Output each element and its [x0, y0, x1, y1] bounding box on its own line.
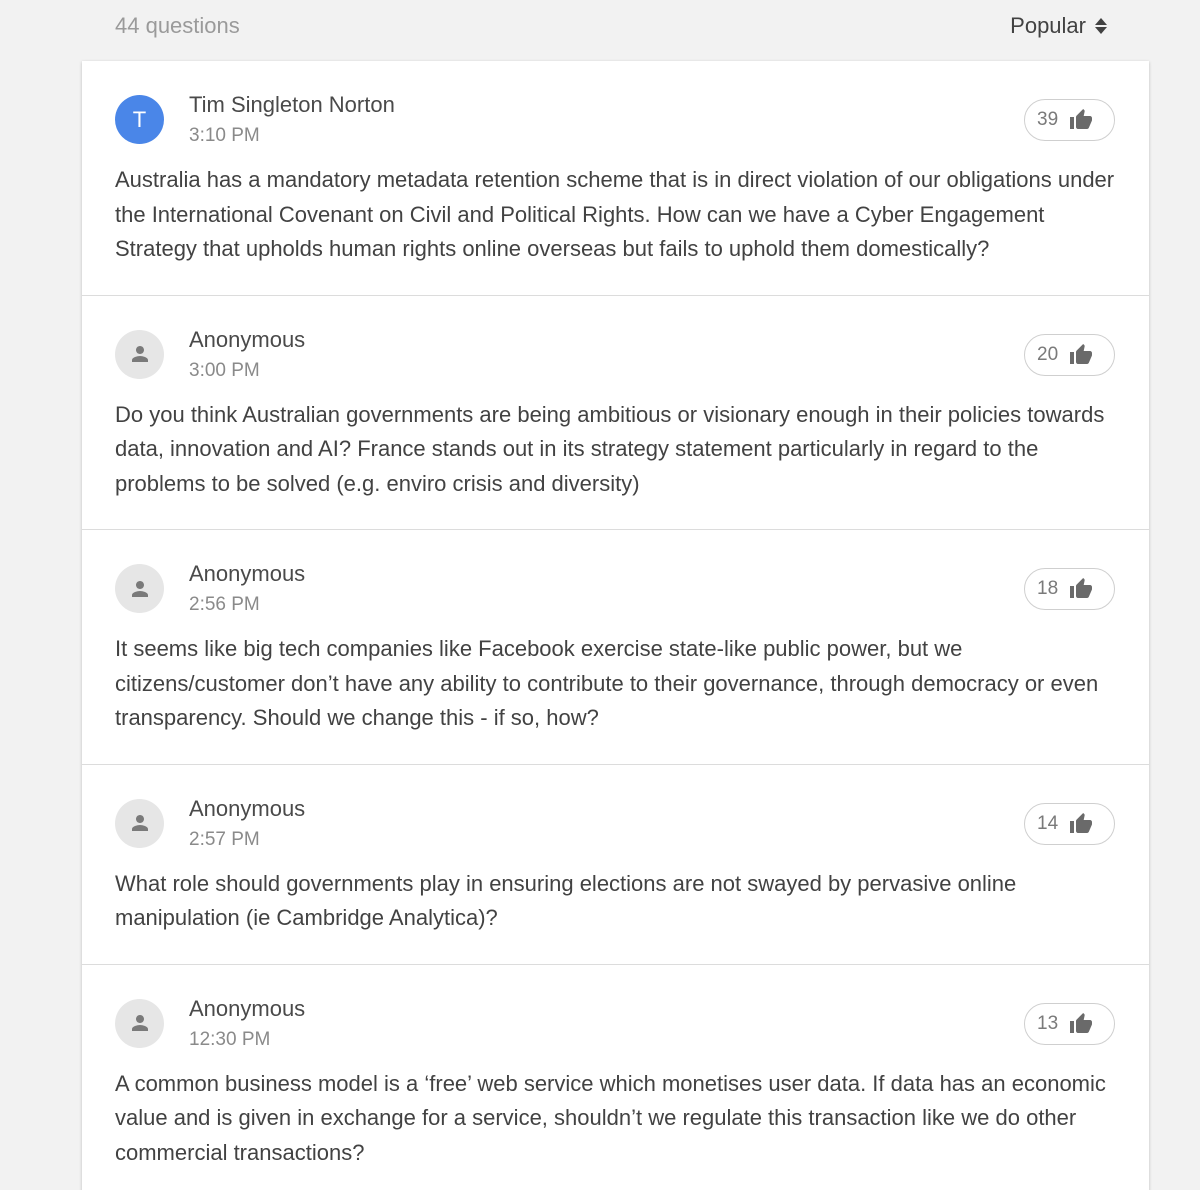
- thumbs-up-icon: [1070, 578, 1092, 598]
- vote-count: 14: [1037, 812, 1059, 834]
- question-text: It seems like big tech companies like Fa…: [115, 636, 1099, 730]
- question-time: 2:56 PM: [189, 594, 260, 615]
- avatar: T: [115, 95, 164, 144]
- person-icon: [131, 1015, 148, 1031]
- thumbs-up-icon: [1070, 109, 1092, 129]
- question-item: Anonymous 12:30 PM 13 A common business …: [82, 965, 1149, 1190]
- question-time: 3:00 PM: [189, 359, 260, 381]
- avatar: [115, 564, 164, 613]
- thumbs-up-icon: [1070, 343, 1092, 364]
- question-count: 44 questions: [115, 13, 240, 38]
- author-name: Anonymous: [189, 561, 306, 586]
- questions-toolbar: 44 questions Popular: [0, 0, 1200, 60]
- thumbs-up-icon: [1070, 1012, 1092, 1033]
- author-name: Anonymous: [189, 995, 306, 1021]
- question-item: T Tim Singleton Norton 3:10 PM 39 Austra…: [82, 61, 1149, 296]
- vote-count: 39: [1037, 109, 1059, 130]
- qa-page: 44 questions Popular T Tim Singleton Nor…: [0, 0, 1200, 1190]
- upvote-button[interactable]: 20: [1024, 333, 1115, 376]
- sort-label: Popular: [1010, 13, 1086, 38]
- person-icon: [131, 580, 148, 597]
- vote-count: 18: [1037, 578, 1059, 599]
- avatar-initial: T: [132, 106, 147, 132]
- avatar: [115, 998, 164, 1048]
- vote-count: 13: [1037, 1012, 1059, 1034]
- author-name: Anonymous: [189, 326, 306, 352]
- author-name: Anonymous: [189, 795, 306, 821]
- avatar: [115, 329, 164, 379]
- question-text: What role should governments play in ens…: [115, 870, 1017, 931]
- question-text: A common business model is a ‘free’ web …: [115, 1070, 1106, 1165]
- upvote-button[interactable]: 14: [1024, 802, 1115, 845]
- avatar: [115, 798, 164, 848]
- author-name: Tim Singleton Norton: [189, 92, 395, 117]
- question-item: Anonymous 2:57 PM 14 What role should go…: [82, 765, 1149, 965]
- sort-updown-icon: [1094, 16, 1108, 36]
- question-time: 12:30 PM: [189, 1028, 271, 1050]
- question-time: 2:57 PM: [189, 828, 260, 850]
- upvote-button[interactable]: 39: [1024, 99, 1115, 141]
- sort-dropdown[interactable]: Popular: [1010, 13, 1108, 39]
- upvote-button[interactable]: 18: [1024, 568, 1115, 610]
- question-text: Do you think Australian governments are …: [115, 401, 1105, 496]
- question-item: Anonymous 3:00 PM 20 Do you think Austra…: [82, 296, 1149, 530]
- person-icon: [131, 815, 148, 831]
- question-time: 3:10 PM: [189, 125, 260, 146]
- vote-count: 20: [1037, 343, 1059, 365]
- questions-list: T Tim Singleton Norton 3:10 PM 39 Austra…: [82, 61, 1149, 1190]
- thumbs-up-icon: [1070, 812, 1092, 833]
- question-item: Anonymous 2:56 PM 18 It seems like big t…: [82, 530, 1149, 765]
- upvote-button[interactable]: 13: [1024, 1002, 1115, 1045]
- question-text: Australia has a mandatory metadata reten…: [115, 167, 1115, 261]
- person-icon: [131, 346, 148, 362]
